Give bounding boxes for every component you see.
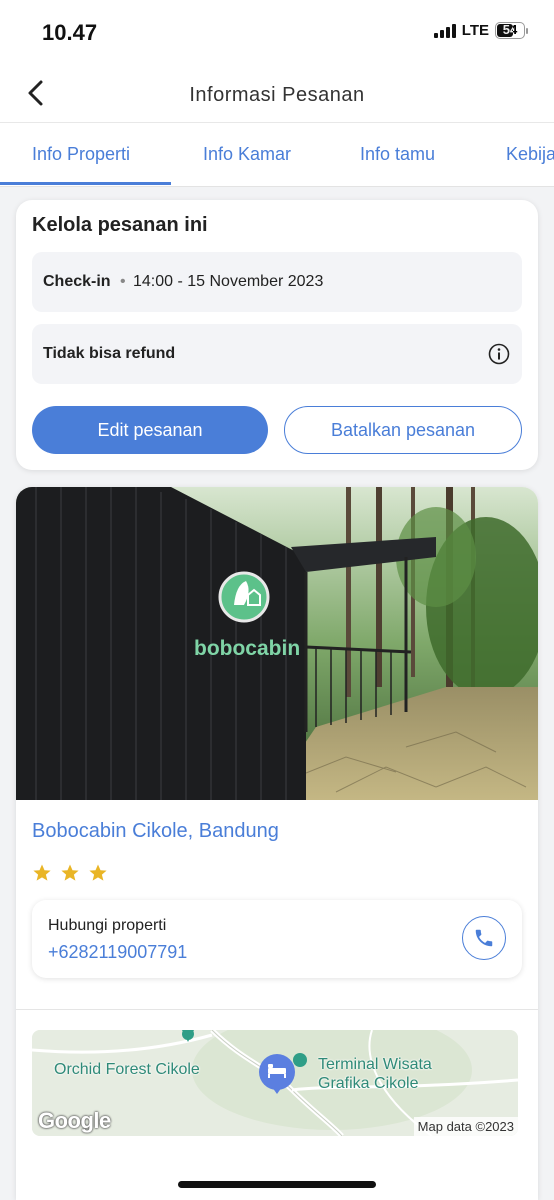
checkin-row: Check-in • 14:00 - 15 November 2023	[32, 252, 522, 312]
contact-property-card: Hubungi properti +6282119007791	[32, 900, 522, 978]
property-photo-image: bobocabin	[16, 487, 538, 800]
checkin-separator: •	[120, 273, 126, 290]
phone-icon	[475, 929, 493, 947]
app-header: Informasi Pesanan	[0, 64, 554, 122]
refund-label: Tidak bisa refund	[43, 345, 176, 362]
star-icon	[33, 864, 51, 881]
home-indicator	[178, 1181, 376, 1188]
battery-level: 54	[502, 22, 518, 37]
manage-booking-card: Kelola pesanan ini Check-in • 14:00 - 15…	[16, 200, 538, 470]
network-type: LTE	[461, 22, 489, 39]
active-tab-indicator	[0, 182, 171, 185]
tab-info-properti[interactable]: Info Properti	[32, 144, 130, 165]
map-label-grafika: Grafika Cikole	[318, 1075, 419, 1092]
map-attribution: Map data ©2023	[413, 1117, 518, 1136]
contact-label: Hubungi properti	[48, 917, 167, 934]
status-indicators: LTE 54	[433, 22, 528, 39]
cancel-booking-button[interactable]: Batalkan pesanan	[284, 406, 522, 454]
tab-kebijakan[interactable]: Kebija	[506, 144, 554, 165]
divider	[16, 1009, 538, 1010]
property-card: bobocabin Bobocabin Cikole, Bandung Hubu…	[16, 487, 538, 1200]
checkin-value: 14:00 - 15 November 2023	[133, 273, 324, 290]
contact-phone-number[interactable]: +6282119007791	[48, 942, 187, 963]
status-bar: 10.47 LTE 54	[0, 0, 554, 64]
manage-booking-title: Kelola pesanan ini	[32, 214, 208, 236]
star-icon	[61, 864, 79, 881]
checkin-label: Check-in	[43, 273, 111, 290]
map-label-orchid: Orchid Forest Cikole	[54, 1061, 200, 1078]
tab-info-tamu[interactable]: Info tamu	[360, 144, 435, 165]
google-logo: Google	[38, 1108, 111, 1133]
property-sign-text: bobocabin	[194, 637, 300, 660]
map-label-terminal: Terminal Wisata	[318, 1056, 432, 1073]
call-button[interactable]	[462, 916, 506, 960]
edit-booking-button[interactable]: Edit pesanan	[32, 406, 268, 454]
status-time: 10.47	[42, 20, 98, 45]
tab-info-kamar[interactable]: Info Kamar	[203, 144, 291, 165]
page-title: Informasi Pesanan	[189, 84, 365, 106]
refund-row: Tidak bisa refund	[32, 324, 522, 384]
info-icon[interactable]	[488, 343, 510, 365]
property-photo[interactable]: bobocabin	[16, 487, 538, 800]
property-map[interactable]: Orchid Forest Cikole Terminal Wisata Gra…	[32, 1030, 518, 1136]
property-name[interactable]: Bobocabin Cikole, Bandung	[32, 820, 279, 843]
tab-bar: Info Properti Info Kamar Info tamu Kebij…	[0, 128, 554, 187]
star-icon	[89, 864, 107, 881]
battery-icon: 54	[495, 22, 528, 39]
signal-icon	[433, 23, 456, 38]
star-rating	[32, 863, 108, 883]
